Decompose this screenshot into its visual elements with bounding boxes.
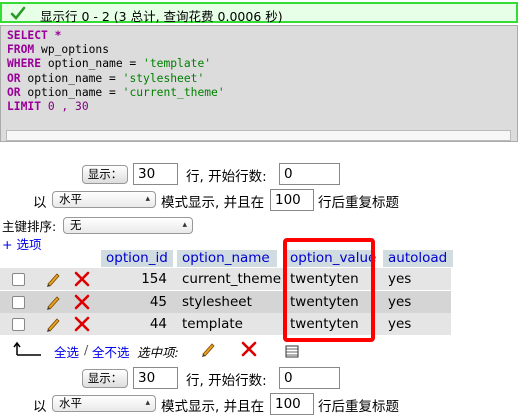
- deselect-all-link[interactable]: 全不选: [92, 342, 130, 361]
- delete-x-icon[interactable]: [73, 270, 91, 288]
- show-button-top[interactable]: 显示：: [82, 165, 128, 184]
- sort-select-value: 无: [70, 218, 82, 232]
- sql-line: LIMIT 0 , 30: [7, 100, 225, 114]
- sql-token: option_name =: [20, 71, 123, 85]
- sql-token: 'template': [143, 57, 212, 71]
- repeat-header-input-top[interactable]: 100: [270, 189, 314, 211]
- sql-line: OR option_name = 'current_theme': [7, 86, 225, 100]
- start-row-input-top[interactable]: 0: [279, 163, 340, 185]
- banner-text: 显示行 0 - 2 (3 总计, 查询花费 0.0006 秒): [40, 9, 283, 24]
- select-arrows-icon: ▴: [145, 194, 150, 204]
- repeat-header-input-bottom[interactable]: 100: [270, 393, 314, 415]
- options-link[interactable]: + 选项: [2, 234, 41, 253]
- cell-option-id: 45: [149, 294, 167, 310]
- sql-token: 'current_theme': [122, 85, 225, 99]
- pencil-edit-icon[interactable]: [44, 315, 62, 333]
- column-header-option-id[interactable]: option_id: [101, 250, 173, 267]
- rows-input-bottom[interactable]: 30: [133, 367, 178, 389]
- pencil-edit-icon[interactable]: [44, 270, 62, 288]
- mode-label-top: 模式显示, 并且在: [161, 195, 265, 211]
- success-banner: 显示行 0 - 2 (3 总计, 查询花费 0.0006 秒): [0, 2, 518, 24]
- sort-select[interactable]: 无 ▴: [63, 217, 193, 234]
- pencil-edit-icon[interactable]: [44, 293, 62, 311]
- select-all-link[interactable]: 全选: [54, 342, 79, 361]
- sql-query-box: SELECT * FROM wp_options WHERE option_name…: [0, 25, 518, 142]
- sql-line: WHERE option_name = 'template': [7, 57, 225, 71]
- row-checkbox[interactable]: [12, 318, 25, 331]
- sql-line: OR option_name = 'stylesheet': [7, 72, 225, 86]
- rows-label-bottom: 行, 开始行数:: [186, 373, 267, 389]
- table-row: 44 template twentyten yes: [0, 313, 451, 335]
- mode-label-bottom: 模式显示, 并且在: [161, 399, 265, 415]
- sql-token: SELECT *: [7, 29, 62, 42]
- sql-token: wp_options: [34, 43, 110, 57]
- sql-token: FROM: [7, 43, 35, 57]
- delete-x-icon[interactable]: [73, 315, 91, 333]
- with-selected-label: 选中项:: [137, 345, 179, 360]
- pencil-edit-icon[interactable]: [199, 340, 217, 358]
- cell-option-name: template: [182, 316, 243, 332]
- start-row-input-bottom[interactable]: 0: [279, 367, 340, 389]
- sql-token: 0 , 30: [41, 100, 89, 114]
- sql-line: FROM wp_options: [7, 43, 225, 57]
- sql-token: LIMIT: [7, 100, 42, 114]
- repeat-label-bottom: 行后重复标题: [318, 399, 399, 415]
- sort-label: 主键排序:: [2, 219, 57, 234]
- row-checkbox[interactable]: [12, 296, 25, 309]
- mode-select-bottom[interactable]: 水平 ▴: [52, 395, 156, 412]
- sql-box-scrollbar[interactable]: [6, 130, 511, 141]
- show-button-bottom[interactable]: 显示：: [82, 369, 128, 388]
- highlight-box: [283, 238, 375, 342]
- rows-label-top: 行, 开始行数:: [186, 169, 267, 185]
- delete-x-icon[interactable]: [73, 293, 91, 311]
- mode-prefix-top: 以: [33, 195, 47, 211]
- cell-autoload: yes: [388, 316, 412, 332]
- sql-line: SELECT *: [7, 29, 225, 43]
- cell-option-name: current_theme: [182, 271, 282, 287]
- sql-token: OR: [7, 85, 21, 99]
- arrow-up-left-icon: [13, 341, 41, 356]
- select-separator: /: [84, 342, 89, 357]
- mode-select-top[interactable]: 水平 ▴: [52, 191, 156, 208]
- column-header-autoload[interactable]: autoload: [383, 250, 453, 267]
- rows-input-top[interactable]: 30: [133, 163, 178, 185]
- mode-prefix-bottom: 以: [33, 399, 47, 415]
- sql-query-text: SELECT * FROM wp_options WHERE option_name…: [7, 29, 225, 114]
- sql-token: option_name =: [20, 85, 123, 99]
- cell-autoload: yes: [388, 271, 412, 287]
- cell-autoload: yes: [388, 294, 412, 310]
- table-row: 154 current_theme twentyten yes: [0, 268, 451, 290]
- sql-token: OR: [7, 71, 21, 85]
- sql-token: WHERE: [7, 57, 42, 71]
- checkmark-icon: [10, 6, 26, 20]
- mode-select-value: 水平: [59, 396, 82, 410]
- select-arrows-icon: ▴: [182, 220, 187, 230]
- sql-token: 'stylesheet': [122, 71, 205, 85]
- delete-x-icon[interactable]: [240, 340, 258, 358]
- cell-option-id: 154: [141, 271, 167, 287]
- export-icon[interactable]: [284, 344, 300, 358]
- sql-token: option_name =: [41, 57, 144, 71]
- column-header-option-name[interactable]: option_name: [177, 250, 277, 267]
- select-arrows-icon: ▴: [145, 398, 150, 408]
- cell-option-name: stylesheet: [182, 294, 252, 310]
- table-row: 45 stylesheet twentyten yes: [0, 291, 451, 313]
- mode-select-value: 水平: [59, 192, 82, 206]
- cell-option-id: 44: [149, 316, 167, 332]
- repeat-label-top: 行后重复标题: [318, 195, 399, 211]
- row-checkbox[interactable]: [12, 273, 25, 286]
